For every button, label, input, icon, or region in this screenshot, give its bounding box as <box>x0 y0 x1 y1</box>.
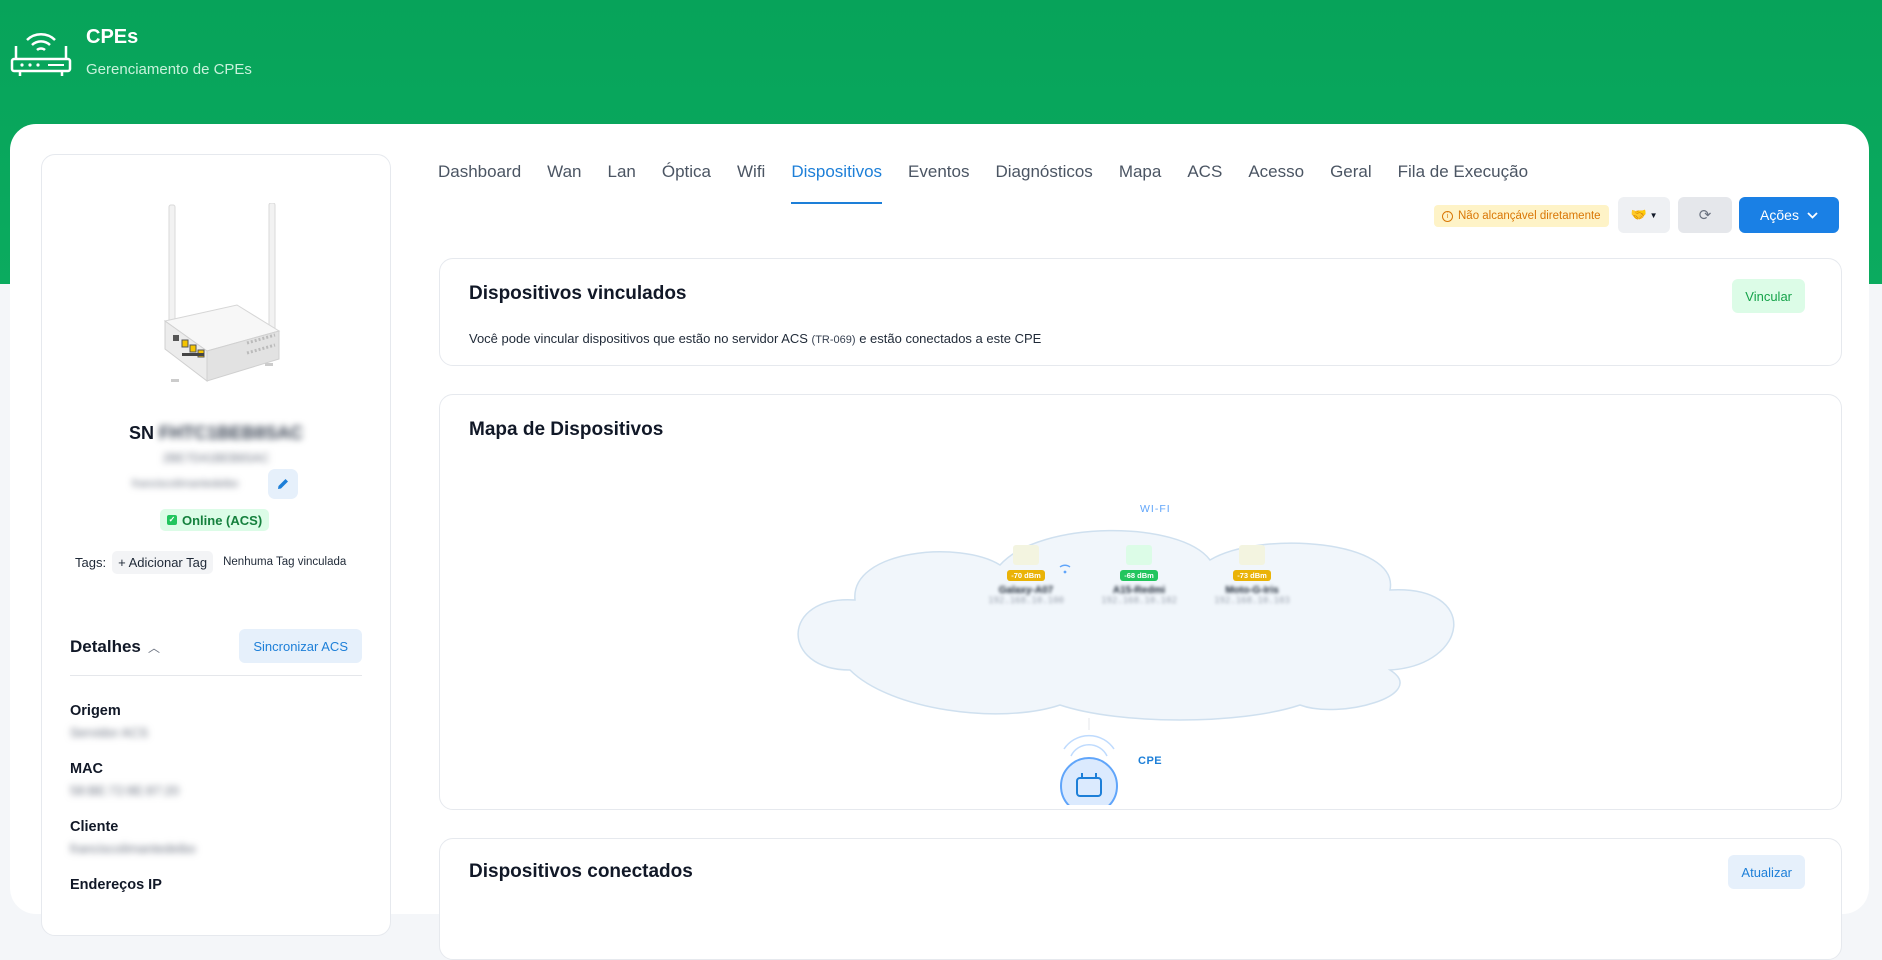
device-name: A15-Redmi <box>1112 585 1166 596</box>
signal-badge: -70 dBm <box>1007 570 1045 581</box>
handshake-icon: 🤝 <box>1630 207 1647 222</box>
tab-geral[interactable]: Geral <box>1317 162 1385 202</box>
cpe-signal-arc <box>1070 744 1108 757</box>
check-icon: ✓ <box>167 515 177 525</box>
tab-dashboard[interactable]: Dashboard <box>438 162 534 202</box>
refresh-icon: ⟳ <box>1698 207 1712 224</box>
chevron-down-icon <box>1807 211 1818 219</box>
divider <box>70 675 362 676</box>
tags-row: Tags: + Adicionar Tag Nenhuma Tag vincul… <box>75 549 375 575</box>
detail-value: Servidor ACS <box>70 725 149 740</box>
device-name: Galaxy-A07 <box>998 585 1054 596</box>
device-name: Moto-G-Iris <box>1225 585 1279 596</box>
detail-mac: MAC 58:BE:72:8E:87:20 <box>70 761 362 798</box>
map-device[interactable]: -73 dBm Moto-G-Iris 192.168.10.103 <box>1212 545 1292 606</box>
router-image <box>163 203 281 383</box>
linked-devices-title: Dispositivos vinculados <box>469 283 687 304</box>
tab-bar: Dashboard Wan Lan Óptica Wifi Dispositiv… <box>438 162 1541 204</box>
details-header[interactable]: Detalhes ︿ Sincronizar ACS <box>70 629 362 665</box>
connected-devices-panel: Dispositivos conectados Atualizar <box>439 838 1842 960</box>
detail-label: Cliente <box>70 819 119 835</box>
cpe-label: CPE <box>1138 755 1163 767</box>
tab-mapa[interactable]: Mapa <box>1106 162 1175 202</box>
unreachable-badge: i Não alcançável diretamente <box>1434 205 1609 227</box>
edit-button[interactable] <box>268 469 298 499</box>
sync-acs-button[interactable]: Sincronizar ACS <box>239 629 362 663</box>
detail-origem: Origem Servidor ACS <box>70 703 362 740</box>
serial-value: FHTC1BEB8SAC <box>159 423 304 443</box>
detail-label: MAC <box>70 761 104 777</box>
pencil-icon <box>278 479 288 489</box>
tab-acs[interactable]: ACS <box>1174 162 1235 202</box>
add-tag-button[interactable]: + Adicionar Tag <box>112 550 214 574</box>
detail-value: 58:BE:72:8E:87:20 <box>70 783 180 798</box>
serial-prefix: SN <box>128 423 154 443</box>
link-button[interactable]: Vincular <box>1732 279 1805 313</box>
device-card: SN FHTC1BEB8SAC 2BE7D41BEB8SAC francisco… <box>41 154 391 936</box>
chevron-up-icon[interactable]: ︿ <box>148 639 160 656</box>
actions-button[interactable]: Ações <box>1739 197 1839 233</box>
device-icon <box>1013 545 1039 565</box>
device-map-title: Mapa de Dispositivos <box>469 419 664 440</box>
linked-description: Você pode vincular dispositivos que estã… <box>469 331 1041 346</box>
update-button[interactable]: Atualizar <box>1728 855 1805 889</box>
tab-wan[interactable]: Wan <box>534 162 594 202</box>
info-icon: i <box>1442 210 1453 222</box>
device-ip: 192.168.10.102 <box>1101 596 1177 606</box>
device-map-panel: Mapa de Dispositivos WI-FI -70 dBm Galax… <box>439 394 1842 810</box>
desc-before: Você pode vincular dispositivos que estã… <box>469 331 808 346</box>
tab-lan[interactable]: Lan <box>595 162 649 202</box>
tab-optica[interactable]: Óptica <box>649 162 724 202</box>
handshake-dropdown-button[interactable]: 🤝 ▼ <box>1618 197 1670 233</box>
main-content: SN FHTC1BEB8SAC 2BE7D41BEB8SAC francisco… <box>10 124 1869 960</box>
signal-badge: -73 dBm <box>1233 570 1271 581</box>
client-name: franciscolimantedeibo <box>132 478 239 490</box>
tab-dispositivos[interactable]: Dispositivos <box>778 162 895 204</box>
device-ip: 192.168.10.100 <box>988 596 1064 606</box>
cpe-signal-arc <box>1063 734 1115 750</box>
connected-devices-title: Dispositivos conectados <box>469 861 693 882</box>
tab-diagnosticos[interactable]: Diagnósticos <box>982 162 1105 202</box>
device-icon <box>1239 545 1265 565</box>
details-title: Detalhes <box>70 637 141 656</box>
status-badge: ✓ Online (ACS) <box>160 509 270 531</box>
status-text: Online (ACS) <box>182 512 263 528</box>
tab-fila-execucao[interactable]: Fila de Execução <box>1385 162 1541 202</box>
linked-devices-panel: Dispositivos vinculados Vincular Você po… <box>439 258 1842 366</box>
no-tag-text: Nenhuma Tag vinculada <box>223 556 347 568</box>
detail-label: Origem <box>70 703 121 719</box>
map-device[interactable]: -68 dBm A15-Redmi 192.168.10.102 <box>1099 545 1179 606</box>
caret-down-icon: ▼ <box>1649 210 1658 220</box>
serial-subtitle: 2BE7D41BEB8SAC <box>162 451 270 465</box>
router-icon <box>10 33 72 76</box>
tab-eventos[interactable]: Eventos <box>895 162 982 202</box>
tab-acesso[interactable]: Acesso <box>1235 162 1317 202</box>
client-row: franciscolimantedeibo <box>42 469 390 499</box>
tags-label: Tags: <box>75 554 107 570</box>
unreachable-text: Não alcançável diretamente <box>1458 210 1601 222</box>
cpe-node <box>1060 757 1118 805</box>
signal-badge: -68 dBm <box>1120 570 1158 581</box>
actions-label: Ações <box>1760 207 1799 223</box>
serial-number: SN FHTC1BEB8SAC <box>42 423 390 444</box>
page-subtitle: Gerenciamento de CPEs <box>86 61 252 78</box>
device-ip: 192.168.10.103 <box>1214 596 1290 606</box>
device-icon <box>1126 545 1152 565</box>
tab-wifi[interactable]: Wifi <box>724 162 778 202</box>
refresh-button[interactable]: ⟳ <box>1678 197 1732 233</box>
page-title: CPEs <box>86 26 139 48</box>
wifi-label: WI-FI <box>1140 503 1171 515</box>
desc-after: e estão conectados a este CPE <box>859 331 1042 346</box>
desc-protocol: (TR-069) <box>811 334 856 346</box>
detail-cliente: Cliente franciscolimantedeibo <box>70 819 362 856</box>
map-device[interactable]: -70 dBm Galaxy-A07 192.168.10.100 <box>986 545 1066 606</box>
detail-value: franciscolimantedeibo <box>70 841 196 856</box>
